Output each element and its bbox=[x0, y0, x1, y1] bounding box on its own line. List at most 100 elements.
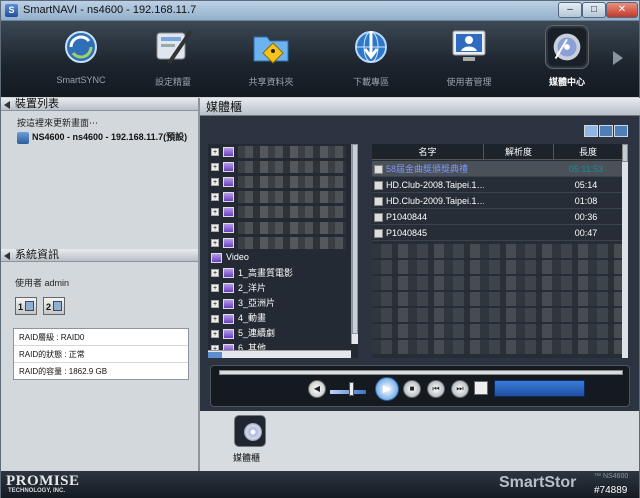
tree-item-video[interactable]: Video bbox=[208, 250, 358, 265]
list-view-icon[interactable] bbox=[599, 125, 613, 137]
file-list-scrollbar[interactable] bbox=[622, 144, 628, 358]
tree-label: Video bbox=[226, 252, 249, 263]
product-model: ™ NS4600 bbox=[594, 473, 629, 480]
video-folder-icon bbox=[223, 268, 234, 279]
blurred-row bbox=[372, 244, 622, 258]
file-row[interactable]: HD.Club-2009.Taipei.1… 01:08 bbox=[372, 193, 622, 209]
app-window: S SmartNAVI - ns4600 - 192.168.11.7 – □ … bbox=[0, 0, 640, 498]
next-button[interactable]: ⏭ bbox=[451, 380, 469, 398]
raid-status: RAID的狀態 : 正常 bbox=[14, 346, 188, 363]
tree-item-hidden[interactable]: + bbox=[208, 159, 358, 174]
disk-1-icon[interactable]: 1 bbox=[15, 297, 37, 315]
toolbar-item-wizard[interactable]: 設定精靈 bbox=[137, 25, 209, 93]
blurred-row bbox=[372, 340, 622, 354]
music-folder-icon bbox=[223, 192, 234, 203]
file-length: 00:47 bbox=[574, 228, 598, 238]
blurred-row bbox=[372, 308, 622, 322]
detail-view-icon[interactable] bbox=[584, 125, 598, 137]
toolbar-label: SmartSYNC bbox=[56, 75, 106, 85]
video-file-icon bbox=[374, 181, 383, 191]
collapse-triangle-icon bbox=[4, 101, 10, 109]
music-folder-icon bbox=[223, 222, 234, 233]
minimize-button[interactable]: – bbox=[558, 2, 582, 18]
tree-item-hidden[interactable]: + bbox=[208, 144, 358, 159]
image-tag: #74889 bbox=[593, 485, 629, 496]
folder-tree: + + + + + + + Video +1_高畫質電影 +2_洋片 +3_亞洲… bbox=[208, 144, 358, 358]
file-row[interactable]: 58屆金曲獎頒獎典禮 05:11:53 bbox=[372, 161, 622, 177]
volume-slider[interactable] bbox=[330, 390, 366, 394]
system-info-header[interactable]: 系統資訊 bbox=[1, 249, 198, 262]
volume-knob[interactable] bbox=[349, 382, 354, 396]
playback-progress-bar[interactable] bbox=[219, 370, 623, 375]
video-folder-icon bbox=[211, 252, 222, 263]
file-length: 05:11:53 bbox=[568, 164, 604, 174]
toolbar-item-user-management[interactable]: 使用者管理 bbox=[433, 25, 505, 93]
tree-item-folder[interactable]: +3_亞洲片 bbox=[208, 296, 358, 311]
tree-item-hidden[interactable]: + bbox=[208, 235, 358, 250]
left-panel: 裝置列表 按這裡來更新畫面⋯ NS4600 - ns4600 - 192.168… bbox=[1, 98, 198, 471]
music-folder-icon bbox=[223, 237, 234, 248]
toolbar-label: 下載專區 bbox=[352, 77, 389, 87]
file-length: 00:36 bbox=[574, 212, 598, 222]
tree-item-folder[interactable]: +1_高畫質電影 bbox=[208, 266, 358, 281]
column-header-name[interactable]: 名字 bbox=[372, 144, 484, 160]
tree-item-folder[interactable]: +2_洋片 bbox=[208, 281, 358, 296]
thumbnail-view-icon[interactable] bbox=[614, 125, 628, 137]
app-icon: S bbox=[5, 4, 18, 17]
toolbar-scroll-right-icon[interactable] bbox=[613, 51, 623, 65]
blurred-label bbox=[238, 145, 346, 158]
media-library-icon[interactable] bbox=[234, 415, 266, 447]
music-folder-icon bbox=[223, 177, 234, 187]
toolbar-item-smartsync[interactable]: SmartSYNC bbox=[45, 25, 117, 93]
user-management-icon bbox=[452, 30, 486, 61]
device-item[interactable]: NS4600 - ns4600 - 192.168.11.7(預設) bbox=[17, 130, 187, 144]
disk-2-icon[interactable]: 2 bbox=[43, 297, 65, 315]
tree-label: 2_洋片 bbox=[238, 282, 267, 293]
toolbar-item-media-center[interactable]: 媒體中心 bbox=[531, 25, 603, 93]
toolbar-label: 共享資料夾 bbox=[248, 77, 294, 87]
music-folder-icon bbox=[223, 161, 234, 172]
tree-item-folder[interactable]: +5_連續劇 bbox=[208, 326, 358, 341]
tree-item-folder[interactable]: +4_動畫 bbox=[208, 311, 358, 326]
device-list-header[interactable]: 裝置列表 bbox=[1, 98, 198, 111]
refresh-hint-link[interactable]: 按這裡來更新畫面⋯ bbox=[17, 116, 98, 129]
music-folder-icon bbox=[223, 207, 234, 218]
fullscreen-icon[interactable] bbox=[474, 381, 488, 395]
file-row[interactable]: HD.Club-2008.Taipei.1… 05:14 bbox=[372, 177, 622, 193]
tree-item-hidden[interactable]: + bbox=[208, 220, 358, 235]
tree-item-hidden[interactable]: + bbox=[208, 205, 358, 220]
media-center-icon bbox=[545, 25, 589, 69]
media-player: ◀ ▶ ■ ⏮ ⏭ bbox=[210, 365, 630, 407]
bottom-tools: 媒體櫃 bbox=[198, 411, 639, 471]
video-file-icon bbox=[374, 165, 383, 175]
stop-button[interactable]: ■ bbox=[403, 380, 421, 398]
toolbar-item-shared-folder[interactable]: 共享資料夾 bbox=[235, 25, 307, 93]
raid-level: RAID層級 : RAID0 bbox=[14, 329, 188, 346]
disk-number: 1 bbox=[18, 302, 24, 312]
promise-logo-sub: TECHNOLOGY, INC. bbox=[8, 488, 66, 494]
column-header-length[interactable]: 長度 bbox=[554, 144, 622, 160]
tree-vertical-scrollbar[interactable] bbox=[351, 144, 358, 344]
file-name: 58屆金曲獎頒獎典禮 bbox=[386, 164, 469, 174]
maximize-button[interactable]: □ bbox=[582, 2, 606, 18]
system-info-title: 系統資訊 bbox=[15, 249, 59, 261]
volume-icon[interactable]: ◀ bbox=[308, 380, 326, 398]
previous-button[interactable]: ⏮ bbox=[427, 380, 445, 398]
tree-item-hidden[interactable]: + bbox=[208, 190, 358, 205]
file-row[interactable]: P1040845 00:47 bbox=[372, 225, 622, 241]
file-row[interactable]: P1040844 00:36 bbox=[372, 209, 622, 225]
blurred-row bbox=[372, 324, 622, 338]
play-button[interactable]: ▶ bbox=[375, 377, 399, 401]
device-item-label: NS4600 - ns4600 - 192.168.11.7(預設) bbox=[32, 132, 188, 142]
tree-horizontal-scrollbar[interactable] bbox=[208, 350, 351, 358]
shared-folder-icon bbox=[253, 36, 289, 64]
column-header-resolution[interactable]: 解析度 bbox=[484, 144, 554, 160]
music-folder-icon bbox=[223, 146, 234, 157]
tree-label: 4_動畫 bbox=[238, 313, 267, 324]
tree-item-hidden[interactable]: + bbox=[208, 174, 358, 189]
file-name: HD.Club-2008.Taipei.1… bbox=[386, 180, 484, 190]
close-button[interactable]: ✕ bbox=[606, 2, 638, 18]
toolbar-item-download[interactable]: 下載專區 bbox=[335, 25, 407, 93]
raid-info-box: RAID層級 : RAID0 RAID的狀態 : 正常 RAID的容量 : 18… bbox=[13, 328, 189, 380]
video-folder-icon bbox=[223, 313, 234, 324]
